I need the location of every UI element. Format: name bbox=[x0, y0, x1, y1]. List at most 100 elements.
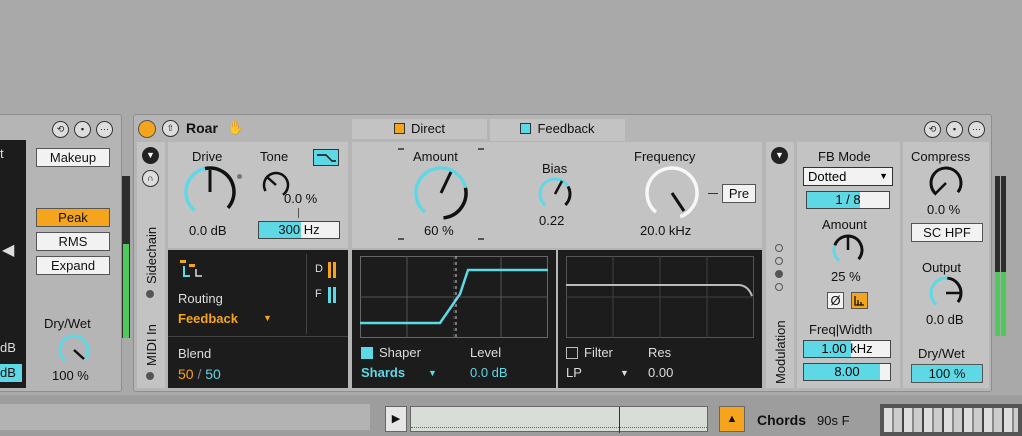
filter-type-dropdown[interactable]: LP bbox=[566, 365, 582, 380]
output-knob[interactable] bbox=[926, 274, 968, 312]
sidechain-toggle-icon[interactable]: ▼ bbox=[142, 147, 159, 164]
modulation-toggle-icon[interactable]: ▼ bbox=[771, 147, 788, 164]
bias-knob[interactable] bbox=[534, 174, 578, 214]
level-value[interactable]: 0.0 dB bbox=[470, 365, 508, 380]
device-power-button[interactable] bbox=[138, 120, 156, 138]
fb-division-value: 1 / 8 bbox=[835, 192, 861, 207]
arrangement-area bbox=[0, 0, 1022, 104]
shaper-enable-checkbox[interactable] bbox=[361, 347, 373, 359]
tab-feedback[interactable]: Feedback bbox=[490, 119, 625, 141]
makeup-button[interactable]: Makeup bbox=[36, 148, 110, 167]
left-drywet-knob[interactable] bbox=[54, 332, 94, 370]
left-device-more-icon[interactable]: ··· bbox=[96, 121, 113, 138]
blend-divider bbox=[168, 336, 348, 337]
fb-mode-label: FB Mode bbox=[818, 149, 871, 164]
device-save-icon[interactable]: ▪ bbox=[946, 121, 963, 138]
fb-amount-knob[interactable] bbox=[828, 232, 868, 270]
tab-direct-label: Direct bbox=[411, 121, 445, 136]
modulation-label: Modulation bbox=[773, 320, 788, 384]
sc-hpf-button[interactable]: SC HPF bbox=[911, 223, 983, 242]
device-expand-icon[interactable]: ⇧ bbox=[162, 120, 179, 137]
routing-dropdown-chevron-icon[interactable]: ▼ bbox=[263, 313, 272, 323]
drywet-field[interactable]: 100 % bbox=[911, 364, 983, 383]
freq-width-label: Freq|Width bbox=[809, 322, 873, 337]
drive-knob[interactable] bbox=[180, 164, 242, 222]
left-db-label: dB bbox=[0, 340, 16, 355]
peak-button[interactable]: Peak bbox=[36, 208, 110, 227]
blend-value-b: 50 bbox=[205, 366, 221, 382]
filter-type-chevron-icon[interactable]: ▼ bbox=[620, 368, 629, 378]
mod-dot-2[interactable] bbox=[775, 257, 783, 265]
frequency-knob[interactable] bbox=[640, 164, 706, 224]
fb-freq-field[interactable]: 1.00 kHz bbox=[803, 340, 891, 358]
blend-value-a: 50 bbox=[178, 366, 194, 382]
d-meter-label: D bbox=[315, 263, 323, 275]
frequency-value: 20.0 kHz bbox=[640, 223, 692, 238]
fb-amount-label: Amount bbox=[822, 217, 867, 232]
drive-label: Drive bbox=[192, 149, 223, 164]
fb-phase-button[interactable]: Ø bbox=[827, 292, 844, 309]
f-meter-label: F bbox=[315, 288, 322, 300]
clip-name[interactable]: Chords bbox=[757, 412, 806, 428]
blend-value[interactable]: 50 / 50 bbox=[178, 366, 221, 382]
tone-freq-field[interactable]: 300 Hz bbox=[258, 221, 340, 239]
drive-value: 0.0 dB bbox=[189, 223, 227, 238]
level-label: Level bbox=[470, 345, 502, 360]
sidechain-indicator bbox=[146, 290, 154, 298]
fb-width-field[interactable]: 8.00 bbox=[803, 363, 891, 381]
routing-divider bbox=[306, 254, 307, 334]
shaper-type-dropdown[interactable]: Shards bbox=[361, 365, 405, 380]
left-arrow-icon[interactable]: ◀ bbox=[2, 240, 14, 260]
mod-dot-4[interactable] bbox=[775, 283, 783, 291]
fb-freq-value: 1.00 kHz bbox=[821, 341, 873, 356]
mod-dot-3[interactable] bbox=[775, 270, 783, 278]
clip-warning-button[interactable]: ▲ bbox=[719, 406, 745, 432]
clip-play-button[interactable]: ▶ bbox=[385, 406, 407, 432]
left-drywet-label: Dry/Wet bbox=[44, 316, 91, 331]
fb-width-value: 8.00 bbox=[834, 364, 860, 379]
sidechain-headphones-icon[interactable]: ∩ bbox=[142, 170, 159, 187]
expand-button[interactable]: Expand bbox=[36, 256, 110, 275]
tone-freq-slider-tick bbox=[298, 208, 299, 218]
compress-label: Compress bbox=[911, 149, 971, 164]
routing-matrix-icon[interactable] bbox=[178, 258, 208, 280]
clip-overview[interactable] bbox=[410, 406, 708, 433]
compress-knob[interactable] bbox=[926, 164, 968, 202]
amount-knob[interactable] bbox=[408, 164, 474, 224]
output-meter-left bbox=[995, 176, 1000, 336]
f-meter bbox=[328, 287, 336, 303]
tab-direct[interactable]: Direct bbox=[352, 119, 487, 139]
filter-enable-checkbox[interactable] bbox=[566, 347, 578, 359]
frequency-label: Frequency bbox=[634, 149, 696, 164]
tone-filter-type-button[interactable] bbox=[313, 149, 339, 166]
routing-dropdown[interactable]: Feedback bbox=[178, 311, 238, 326]
shaper-label: Shaper bbox=[379, 345, 421, 360]
clip-thumbnail bbox=[880, 404, 1022, 436]
res-value[interactable]: 0.00 bbox=[648, 365, 673, 380]
left-device-label: t bbox=[0, 146, 4, 161]
mod-dot-1[interactable] bbox=[775, 244, 783, 252]
shaper-type-chevron-icon[interactable]: ▼ bbox=[428, 368, 437, 378]
left-output-meter bbox=[122, 176, 130, 338]
filter-curve-display bbox=[566, 256, 754, 338]
pre-button[interactable]: Pre bbox=[722, 184, 756, 203]
clip-subname: 90s F bbox=[817, 413, 850, 428]
left-device-hotswap-icon[interactable]: ⟲ bbox=[52, 121, 69, 138]
device-more-icon[interactable]: ··· bbox=[968, 121, 985, 138]
fb-mode-dropdown[interactable]: Dotted ▼ bbox=[803, 167, 893, 186]
left-db-value: dB bbox=[0, 365, 16, 380]
drive-mod-dot bbox=[237, 174, 242, 179]
blend-separator: / bbox=[197, 366, 202, 382]
tab-feedback-label: Feedback bbox=[537, 121, 595, 136]
feedback-color-swatch bbox=[520, 123, 532, 134]
device-hotswap-icon[interactable]: ⟲ bbox=[924, 121, 941, 138]
tone-freq-value: 300 Hz bbox=[278, 222, 320, 237]
rms-button[interactable]: RMS bbox=[36, 232, 110, 251]
fb-amount-value: 25 % bbox=[831, 269, 861, 284]
left-device-save-icon[interactable]: ▪ bbox=[74, 121, 91, 138]
hand-icon[interactable]: ✋ bbox=[227, 119, 244, 136]
drywet-label: Dry/Wet bbox=[918, 346, 965, 361]
routing-label: Routing bbox=[178, 291, 223, 306]
fb-filter-button[interactable] bbox=[851, 292, 868, 309]
fb-division-field[interactable]: 1 / 8 bbox=[806, 191, 890, 209]
